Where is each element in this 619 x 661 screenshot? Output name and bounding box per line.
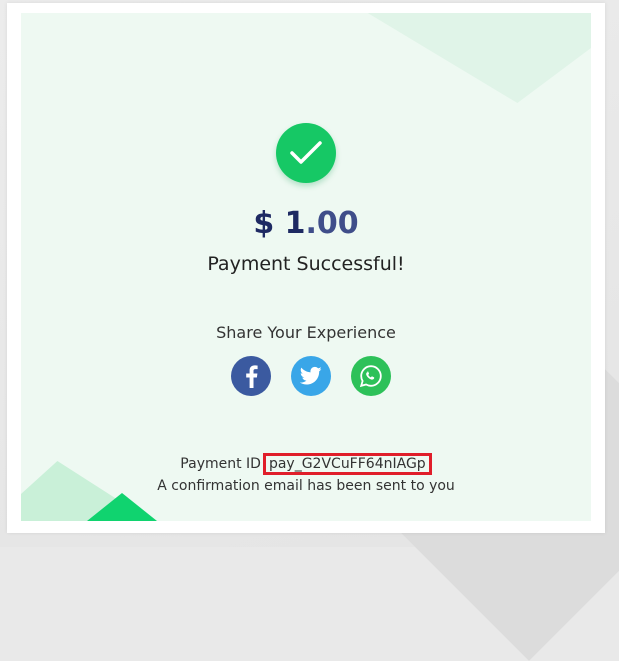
payment-id-value: pay_G2VCuFF64nIAGp [262, 453, 432, 475]
social-share-buttons [231, 356, 391, 396]
success-check-icon [276, 123, 336, 183]
payment-amount: $ 1.00 [21, 206, 591, 241]
payment-card: $ 1.00 Payment Successful! Share Your Ex… [7, 3, 605, 533]
facebook-share-button[interactable] [231, 356, 271, 396]
amount-cents: .00 [305, 206, 359, 241]
payment-id-row: Payment ID pay_G2VCuFF64nIAGp [21, 453, 591, 475]
share-label: Share Your Experience [216, 323, 396, 342]
twitter-icon [300, 366, 322, 385]
whatsapp-icon [359, 365, 382, 388]
payment-status: Payment Successful! [207, 253, 405, 275]
twitter-share-button[interactable] [291, 356, 331, 396]
payment-id-label: Payment ID [180, 456, 261, 472]
decorative-shape-top [351, 13, 591, 103]
whatsapp-share-button[interactable] [351, 356, 391, 396]
amount-whole: $ 1 [253, 206, 306, 241]
confirmation-message: A confirmation email has been sent to yo… [157, 478, 455, 494]
facebook-icon [246, 365, 258, 388]
success-panel: $ 1.00 Payment Successful! Share Your Ex… [21, 13, 591, 521]
